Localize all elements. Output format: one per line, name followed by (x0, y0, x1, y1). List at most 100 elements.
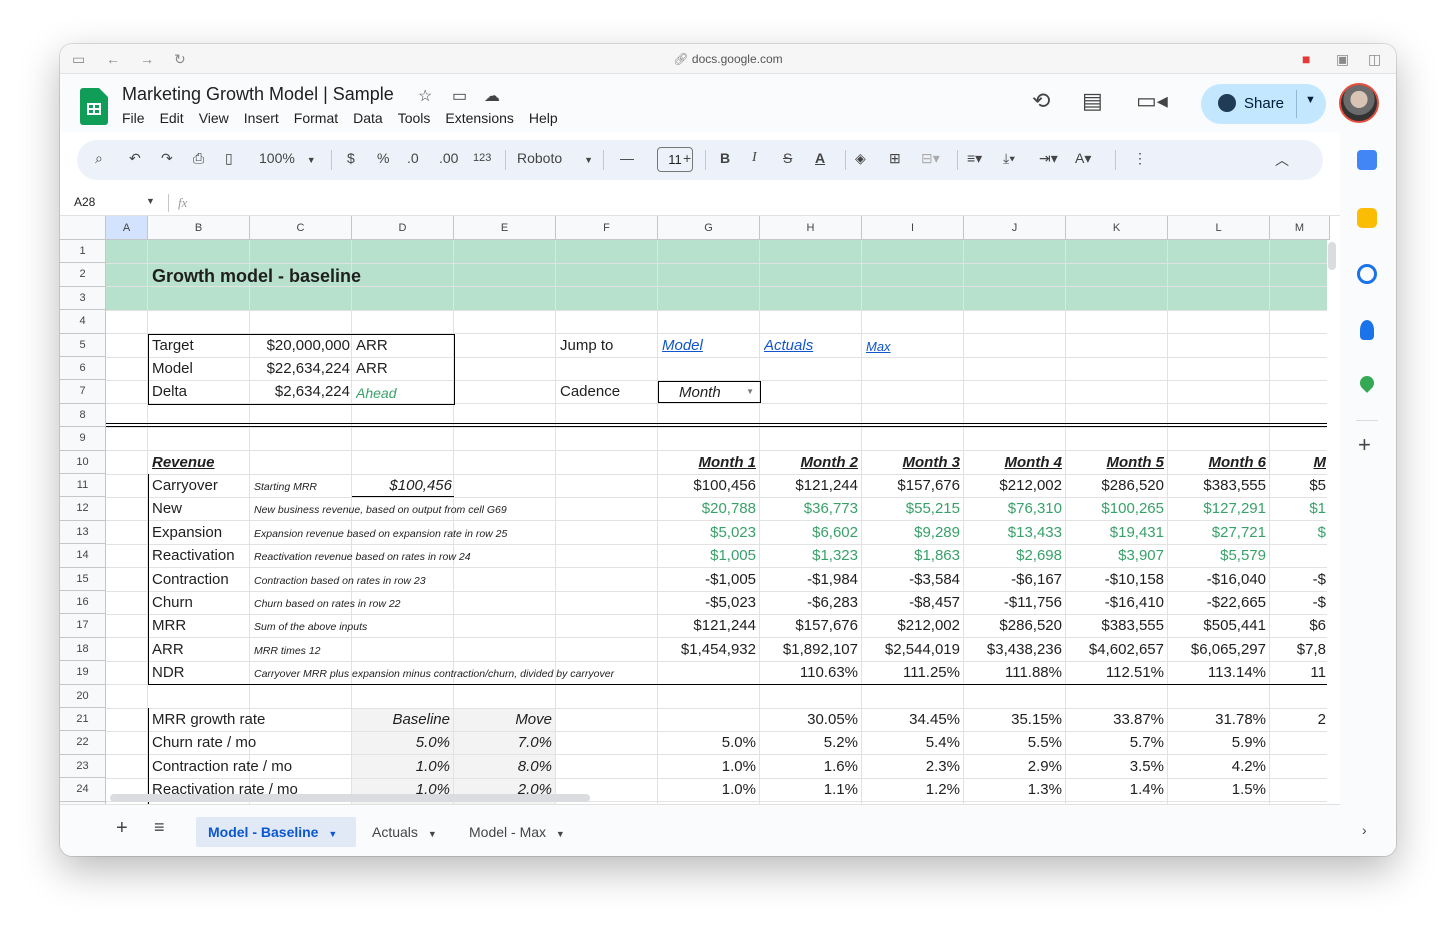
row-header[interactable]: 12 (60, 497, 106, 521)
text-color-icon[interactable]: A (815, 150, 825, 166)
keep-icon[interactable] (1357, 208, 1377, 228)
column-header[interactable]: D (352, 216, 454, 240)
extension-2-icon[interactable]: ▣ (1336, 51, 1349, 67)
percent-format-button[interactable]: % (377, 150, 389, 166)
cloud-status-icon[interactable]: ☁ (484, 86, 500, 106)
row-header[interactable]: 11 (60, 474, 106, 498)
row-header[interactable]: 5 (60, 333, 106, 357)
column-header[interactable]: K (1066, 216, 1168, 240)
bold-icon[interactable]: B (720, 150, 730, 166)
paint-format-icon[interactable]: ▯ (225, 150, 233, 167)
row-header[interactable]: 4 (60, 310, 106, 334)
menu-edit[interactable]: Edit (160, 110, 184, 126)
link-actuals[interactable]: Actuals (764, 337, 854, 354)
fill-color-icon[interactable]: ◈ (855, 150, 866, 167)
menu-data[interactable]: Data (353, 110, 383, 126)
strikethrough-icon[interactable]: S (783, 150, 792, 166)
doc-title[interactable]: Marketing Growth Model | Sample (122, 84, 394, 105)
menu-file[interactable]: File (122, 110, 145, 126)
sheets-logo-icon[interactable] (80, 88, 108, 125)
row-header[interactable]: 2 (60, 263, 106, 287)
contacts-icon[interactable] (1360, 320, 1374, 340)
undo-icon[interactable]: ↶ (129, 150, 141, 167)
maps-icon[interactable] (1357, 373, 1377, 393)
more-options-icon[interactable]: ⋮ (1133, 150, 1147, 167)
move-folder-icon[interactable]: ▭ (452, 86, 467, 106)
text-rotation-icon[interactable]: A▾ (1075, 150, 1091, 167)
star-icon[interactable]: ☆ (418, 86, 432, 106)
column-header[interactable]: A (106, 216, 148, 240)
row-header[interactable]: 20 (60, 684, 106, 708)
menu-view[interactable]: View (199, 110, 229, 126)
address-bar[interactable]: 🔗︎ docs.google.com (60, 52, 1396, 66)
column-header[interactable]: H (760, 216, 862, 240)
calendar-icon[interactable] (1357, 150, 1377, 170)
column-header[interactable]: F (556, 216, 658, 240)
increase-decimal-button[interactable]: .00 (439, 150, 458, 166)
row-header[interactable]: 21 (60, 708, 106, 732)
text-wrapping-icon[interactable]: ⇥▾ (1039, 150, 1058, 167)
row-header[interactable]: 13 (60, 520, 106, 545)
share-dropdown-icon[interactable]: ▼ (1305, 94, 1316, 106)
history-icon[interactable]: ⟲ (1032, 88, 1050, 114)
row-header[interactable]: 24 (60, 778, 106, 802)
column-header[interactable]: B (148, 216, 250, 240)
currency-format-button[interactable]: $ (347, 150, 355, 166)
column-header[interactable]: J (964, 216, 1066, 240)
expand-panel-icon[interactable]: › (1362, 822, 1367, 838)
redo-icon[interactable]: ↷ (161, 150, 173, 167)
row-header[interactable]: 1 (60, 240, 106, 264)
row-header[interactable]: 8 (60, 403, 106, 428)
horizontal-align-icon[interactable]: ≡▾ (967, 150, 982, 167)
column-header[interactable]: I (862, 216, 964, 240)
row-header[interactable]: 23 (60, 754, 106, 779)
column-header[interactable]: L (1168, 216, 1270, 240)
row-header[interactable]: 3 (60, 286, 106, 311)
cadence-dropdown[interactable]: Month ▼ (658, 381, 761, 404)
comments-icon[interactable]: ▤ (1082, 88, 1103, 114)
add-sheet-icon[interactable]: + (116, 817, 128, 840)
name-box[interactable]: A28 (74, 195, 95, 209)
chevron-down-icon[interactable]: ▼ (146, 196, 155, 206)
menu-extensions[interactable]: Extensions (445, 110, 513, 126)
row-header[interactable]: 10 (60, 450, 106, 474)
tab-model-baseline[interactable]: Model - Baseline ▼ (196, 817, 356, 847)
select-all-corner[interactable] (60, 216, 106, 240)
search-menus-icon[interactable]: ⌕ (95, 150, 103, 167)
menu-help[interactable]: Help (529, 110, 558, 126)
collapse-menu-icon[interactable]: ︿ (1275, 150, 1289, 170)
decrease-font-size-icon[interactable]: — (620, 150, 634, 166)
row-header[interactable]: 7 (60, 380, 106, 404)
column-header[interactable]: E (454, 216, 556, 240)
meet-icon[interactable]: ▭◂ (1136, 88, 1168, 114)
menu-tools[interactable]: Tools (398, 110, 431, 126)
row-header[interactable]: 14 (60, 544, 106, 568)
tab-overview-icon[interactable]: ◫ (1368, 51, 1381, 67)
row-header[interactable]: 17 (60, 614, 106, 638)
row-header[interactable]: 16 (60, 591, 106, 615)
number-format-button[interactable]: 123 (473, 152, 491, 164)
row-header[interactable]: 19 (60, 661, 106, 685)
vertical-align-icon[interactable]: ⤓▾ (1003, 150, 1015, 167)
row-header[interactable]: 6 (60, 357, 106, 381)
link-max[interactable]: Max (866, 339, 956, 354)
borders-icon[interactable]: ⊞ (889, 150, 901, 167)
row-header[interactable]: 22 (60, 731, 106, 755)
all-sheets-icon[interactable]: ≡ (154, 817, 165, 838)
column-header[interactable]: G (658, 216, 760, 240)
share-button[interactable]: Share ▼ (1201, 84, 1326, 124)
column-header[interactable]: M (1270, 216, 1330, 240)
link-model[interactable]: Model (662, 337, 752, 354)
tab-actuals[interactable]: Actuals ▼ (360, 817, 456, 847)
vertical-scrollbar[interactable] (1328, 242, 1336, 270)
font-select[interactable]: Roboto ▼ (517, 150, 593, 166)
add-addon-icon[interactable]: + (1358, 432, 1371, 458)
zoom-select[interactable]: 100% ▼ (259, 150, 316, 166)
extension-icon[interactable]: ■ (1302, 51, 1310, 67)
row-header[interactable]: 15 (60, 567, 106, 591)
column-header[interactable]: C (250, 216, 352, 240)
row-header[interactable]: 18 (60, 637, 106, 662)
tab-model-max[interactable]: Model - Max ▼ (457, 817, 585, 847)
horizontal-scrollbar[interactable] (110, 794, 590, 802)
menu-format[interactable]: Format (294, 110, 338, 126)
